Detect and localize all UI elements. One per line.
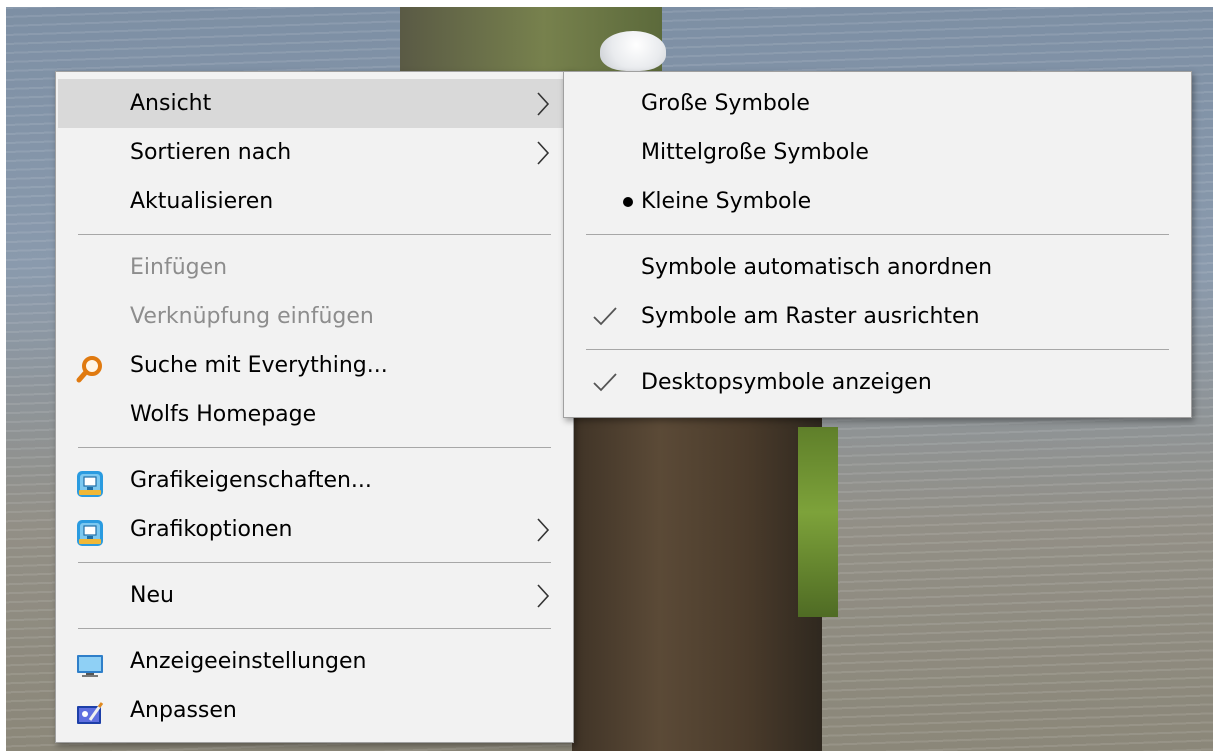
menu-item-aktualisieren[interactable]: Aktualisieren [56, 177, 573, 226]
submenu-item-label: Desktopsymbole anzeigen [641, 370, 932, 395]
menu-item-neu[interactable]: Neu [56, 571, 573, 620]
menu-separator [78, 628, 551, 629]
personalize-icon [76, 697, 104, 725]
menu-item-einfuegen[interactable]: Einfügen [56, 243, 573, 292]
menu-item-sortieren-nach[interactable]: Sortieren nach [56, 128, 573, 177]
submenu-item-am-raster-ausrichten[interactable]: Symbole am Raster ausrichten [564, 292, 1191, 341]
menu-separator [78, 234, 551, 235]
checkmark-icon [590, 358, 618, 407]
menu-item-anzeigeeinstellungen[interactable]: Anzeigeeinstellungen [56, 637, 573, 686]
desktop-context-menu: Ansicht Sortieren nach Aktualisieren Ein… [55, 71, 574, 743]
menu-item-label: Sortieren nach [130, 140, 292, 165]
submenu-item-kleine-symbole[interactable]: Kleine Symbole [564, 177, 1191, 226]
menu-item-label: Neu [130, 583, 174, 608]
menu-item-grafikeigenschaften[interactable]: Grafikeigenschaften... [56, 456, 573, 505]
graphics-options-icon [76, 516, 104, 546]
menu-item-ansicht[interactable]: Ansicht [58, 79, 571, 128]
display-settings-icon [76, 648, 104, 677]
submenu-item-mittelgrosse-symbole[interactable]: Mittelgroße Symbole [564, 128, 1191, 177]
menu-item-grafikoptionen[interactable]: Grafikoptionen [56, 505, 573, 554]
menu-item-label: Grafikeigenschaften... [130, 468, 372, 493]
menu-item-suche-mit-everything[interactable]: Suche mit Everything... [56, 341, 573, 390]
radio-bullet-icon [590, 177, 633, 226]
view-submenu: Große Symbole Mittelgroße Symbole Kleine… [563, 71, 1192, 418]
submenu-item-automatisch-anordnen[interactable]: Symbole automatisch anordnen [564, 243, 1191, 292]
chevron-right-icon [533, 571, 553, 620]
menu-separator [78, 562, 551, 563]
menu-item-label: Anpassen [130, 698, 237, 723]
chevron-right-icon [533, 79, 553, 128]
algae-patch [798, 427, 838, 617]
submenu-item-grosse-symbole[interactable]: Große Symbole [564, 79, 1191, 128]
bullet-dot [623, 197, 633, 207]
menu-separator [586, 234, 1169, 235]
magnifier-icon [76, 352, 104, 383]
menu-item-wolfs-homepage[interactable]: Wolfs Homepage [56, 390, 573, 439]
menu-item-verknuepfung-einfuegen[interactable]: Verknüpfung einfügen [56, 292, 573, 341]
menu-separator [586, 349, 1169, 350]
menu-item-label: Ansicht [130, 91, 212, 116]
menu-item-label: Verknüpfung einfügen [130, 304, 374, 329]
menu-item-label: Wolfs Homepage [130, 402, 317, 427]
chevron-right-icon [533, 128, 553, 177]
graphics-properties-icon [76, 467, 104, 497]
menu-item-anpassen[interactable]: Anpassen [56, 686, 573, 735]
checkmark-icon [590, 292, 618, 341]
submenu-item-label: Kleine Symbole [641, 189, 812, 214]
submenu-item-label: Mittelgroße Symbole [641, 140, 869, 165]
wooden-post [572, 415, 822, 751]
submenu-item-label: Große Symbole [641, 91, 810, 116]
menu-item-label: Suche mit Everything... [130, 353, 388, 378]
menu-item-label: Einfügen [130, 255, 228, 280]
seagull [600, 31, 666, 71]
menu-separator [78, 447, 551, 448]
menu-item-label: Grafikoptionen [130, 517, 293, 542]
chevron-right-icon [533, 505, 553, 554]
submenu-item-label: Symbole automatisch anordnen [641, 255, 993, 280]
submenu-item-desktopsymbole-anzeigen[interactable]: Desktopsymbole anzeigen [564, 358, 1191, 407]
submenu-item-label: Symbole am Raster ausrichten [641, 304, 980, 329]
menu-item-label: Anzeigeeinstellungen [130, 649, 367, 674]
menu-item-label: Aktualisieren [130, 189, 274, 214]
